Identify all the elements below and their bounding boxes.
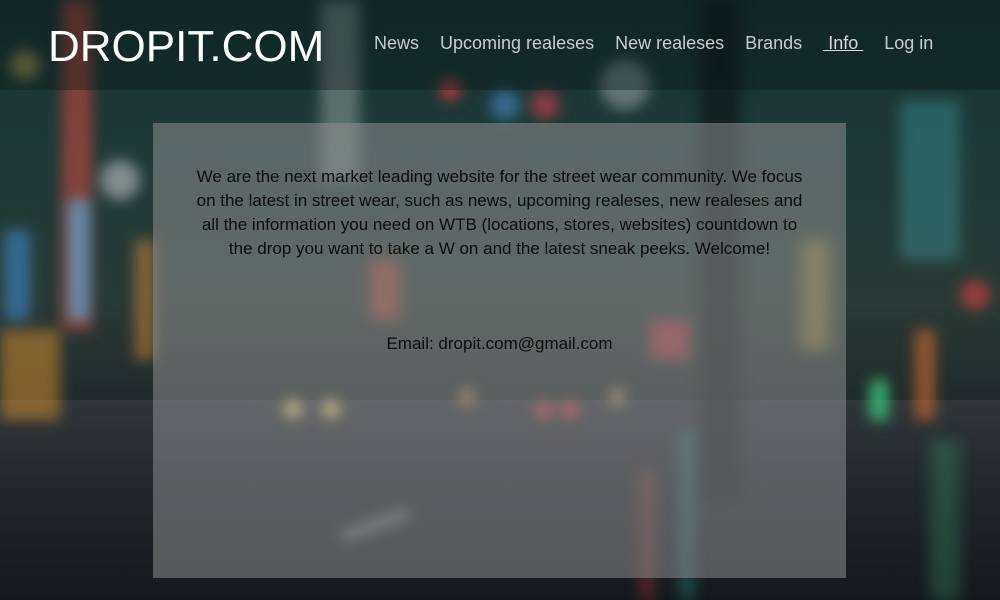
nav-link-brands[interactable]: Brands (745, 33, 802, 54)
info-panel: We are the next market leading website f… (153, 123, 846, 578)
header-bar: DROPIT.COM News Upcoming realeses New re… (0, 0, 1000, 90)
nav-link-info[interactable]: Info (823, 33, 863, 54)
nav-link-login[interactable]: Log in (884, 33, 933, 54)
site-logo[interactable]: DROPIT.COM (48, 22, 324, 72)
nav-link-upcoming-releases[interactable]: Upcoming realeses (440, 33, 594, 54)
nav-link-new-releases[interactable]: New realeses (615, 33, 724, 54)
about-description: We are the next market leading website f… (196, 167, 803, 258)
main-nav: News Upcoming realeses New realeses Bran… (374, 33, 954, 54)
page: DROPIT.COM News Upcoming realeses New re… (0, 0, 1000, 600)
contact-email: Email: dropit.com@gmail.com (386, 334, 613, 353)
nav-link-news[interactable]: News (374, 33, 419, 54)
